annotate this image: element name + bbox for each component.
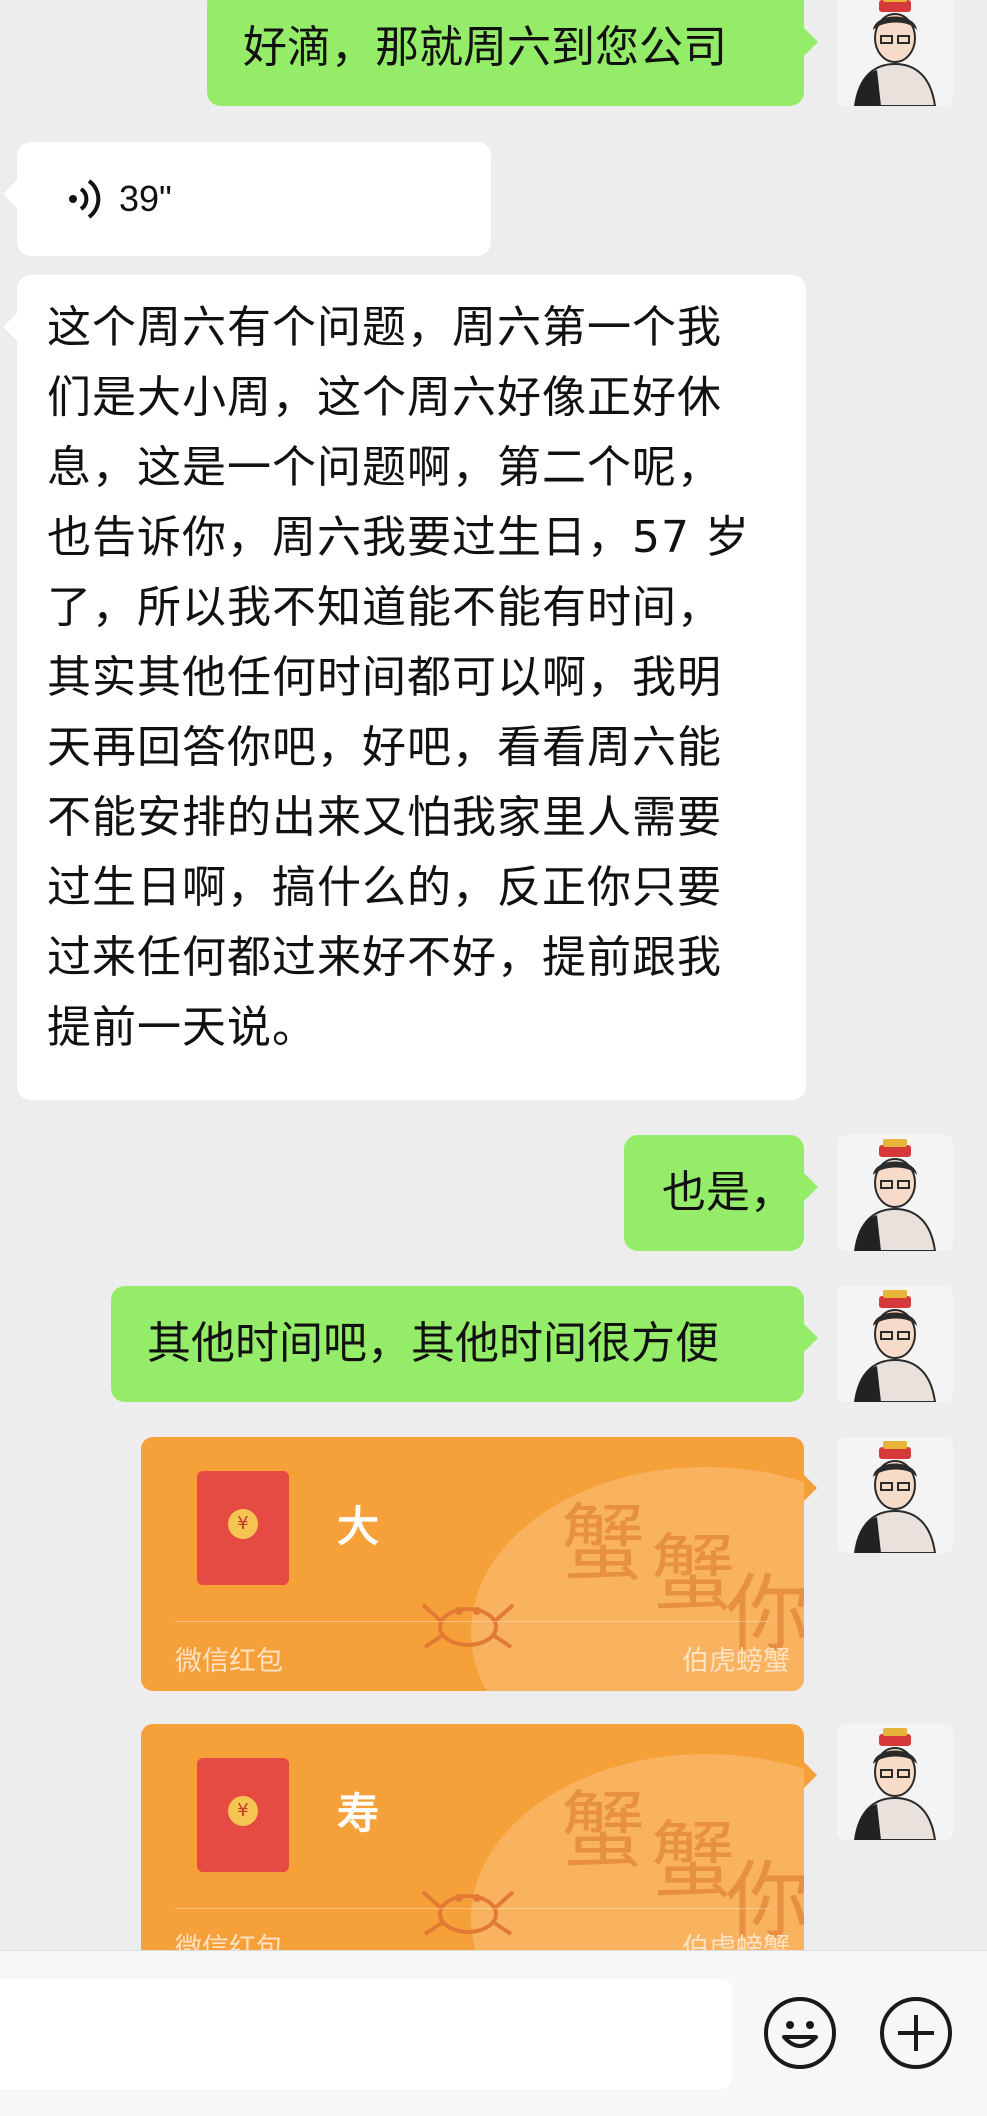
avatar[interactable] bbox=[837, 1135, 953, 1251]
message-text-line: 过来任何都过来好不好，提前跟我 bbox=[47, 932, 722, 983]
message-text-line: 其实其他任何时间都可以啊，我明 bbox=[47, 652, 722, 703]
plus-icon[interactable] bbox=[880, 1997, 952, 2069]
voice-duration: 39" bbox=[119, 178, 172, 219]
text-bubble[interactable]: 好滴，那就周六到您公司 bbox=[207, 0, 818, 106]
avatar-image bbox=[837, 0, 953, 106]
packet-deco-text: 蟹 bbox=[561, 1495, 646, 1593]
yuan-coin-icon: ¥ bbox=[228, 1796, 258, 1826]
avatar[interactable] bbox=[837, 1724, 953, 1840]
avatar-image bbox=[837, 1135, 953, 1251]
packet-title: 寿 bbox=[337, 1789, 380, 1838]
message-text-line: 不能安排的出来又怕我家里人需要 bbox=[47, 792, 722, 843]
input-bar bbox=[0, 1950, 987, 2116]
packet-deco-text: 蟹 bbox=[651, 1812, 736, 1910]
message-input[interactable] bbox=[0, 1979, 732, 2089]
text-bubble[interactable]: 这个周六有个问题，周六第一个我 们是大小周，这个周六好像正好休 息，这是一个问题… bbox=[3, 275, 806, 1100]
message-text-line: 过生日啊，搞什么的，反正你只要 bbox=[47, 862, 722, 913]
message-text-line: 天再回答你吧，好吧，看看周六能 bbox=[47, 722, 722, 773]
smiley-face bbox=[782, 2021, 818, 2048]
packet-divider bbox=[175, 1621, 770, 1622]
red-packet[interactable]: 蟹 蟹 你 ¥ 大 微信红包 伯虎螃蟹 bbox=[141, 1437, 804, 1691]
packet-title: 大 bbox=[337, 1502, 380, 1551]
yuan-coin-icon: ¥ bbox=[228, 1509, 258, 1539]
avatar[interactable] bbox=[837, 1286, 953, 1402]
plus-vertical bbox=[914, 2015, 918, 2051]
smiley-icon[interactable] bbox=[764, 1997, 836, 2069]
message-text-line: 也告诉你，周六我要过生日，57 岁 bbox=[47, 512, 750, 563]
bubble-tail bbox=[804, 1475, 817, 1501]
avatar-image bbox=[837, 1437, 953, 1553]
packet-source: 微信红包 bbox=[175, 1646, 283, 1677]
avatar-image bbox=[837, 1724, 953, 1840]
message-text: 其他时间吧，其他时间很方便 bbox=[147, 1318, 719, 1369]
packet-deco-text: 蟹 bbox=[561, 1782, 646, 1880]
avatar[interactable] bbox=[837, 0, 953, 106]
red-packet[interactable]: 蟹 蟹 你 ¥ 寿 微信红包 伯虎螃蟹 bbox=[141, 1724, 804, 1978]
message-text-line: 们是大小周，这个周六好像正好休 bbox=[47, 372, 722, 423]
packet-brand: 伯虎螃蟹 bbox=[682, 1646, 790, 1677]
packet-divider bbox=[175, 1908, 770, 1909]
crab-icon bbox=[421, 1603, 515, 1649]
envelope-icon: ¥ bbox=[197, 1758, 289, 1872]
text-bubble[interactable]: 其他时间吧，其他时间很方便 bbox=[111, 1286, 818, 1402]
voice-bubble[interactable]: 39" bbox=[3, 142, 491, 256]
message-text: 也是， bbox=[662, 1167, 794, 1218]
bubble-tail bbox=[804, 1762, 817, 1788]
text-bubble[interactable]: 也是， bbox=[624, 1135, 818, 1251]
envelope-icon: ¥ bbox=[197, 1471, 289, 1585]
crab-icon bbox=[421, 1890, 515, 1936]
avatar[interactable] bbox=[837, 1437, 953, 1553]
message-text-line: 息，这是一个问题啊，第二个呢， bbox=[47, 442, 722, 493]
packet-deco-text: 蟹 bbox=[651, 1525, 736, 1623]
message-text-line: 了，所以我不知道能不能有时间， bbox=[47, 582, 722, 633]
message-text-line: 提前一天说。 bbox=[47, 1002, 317, 1053]
message-text-line: 这个周六有个问题，周六第一个我 bbox=[47, 302, 722, 353]
message-text: 好滴，那就周六到您公司 bbox=[243, 22, 727, 73]
voice-wave-icon bbox=[69, 179, 101, 219]
avatar-image bbox=[837, 1286, 953, 1402]
